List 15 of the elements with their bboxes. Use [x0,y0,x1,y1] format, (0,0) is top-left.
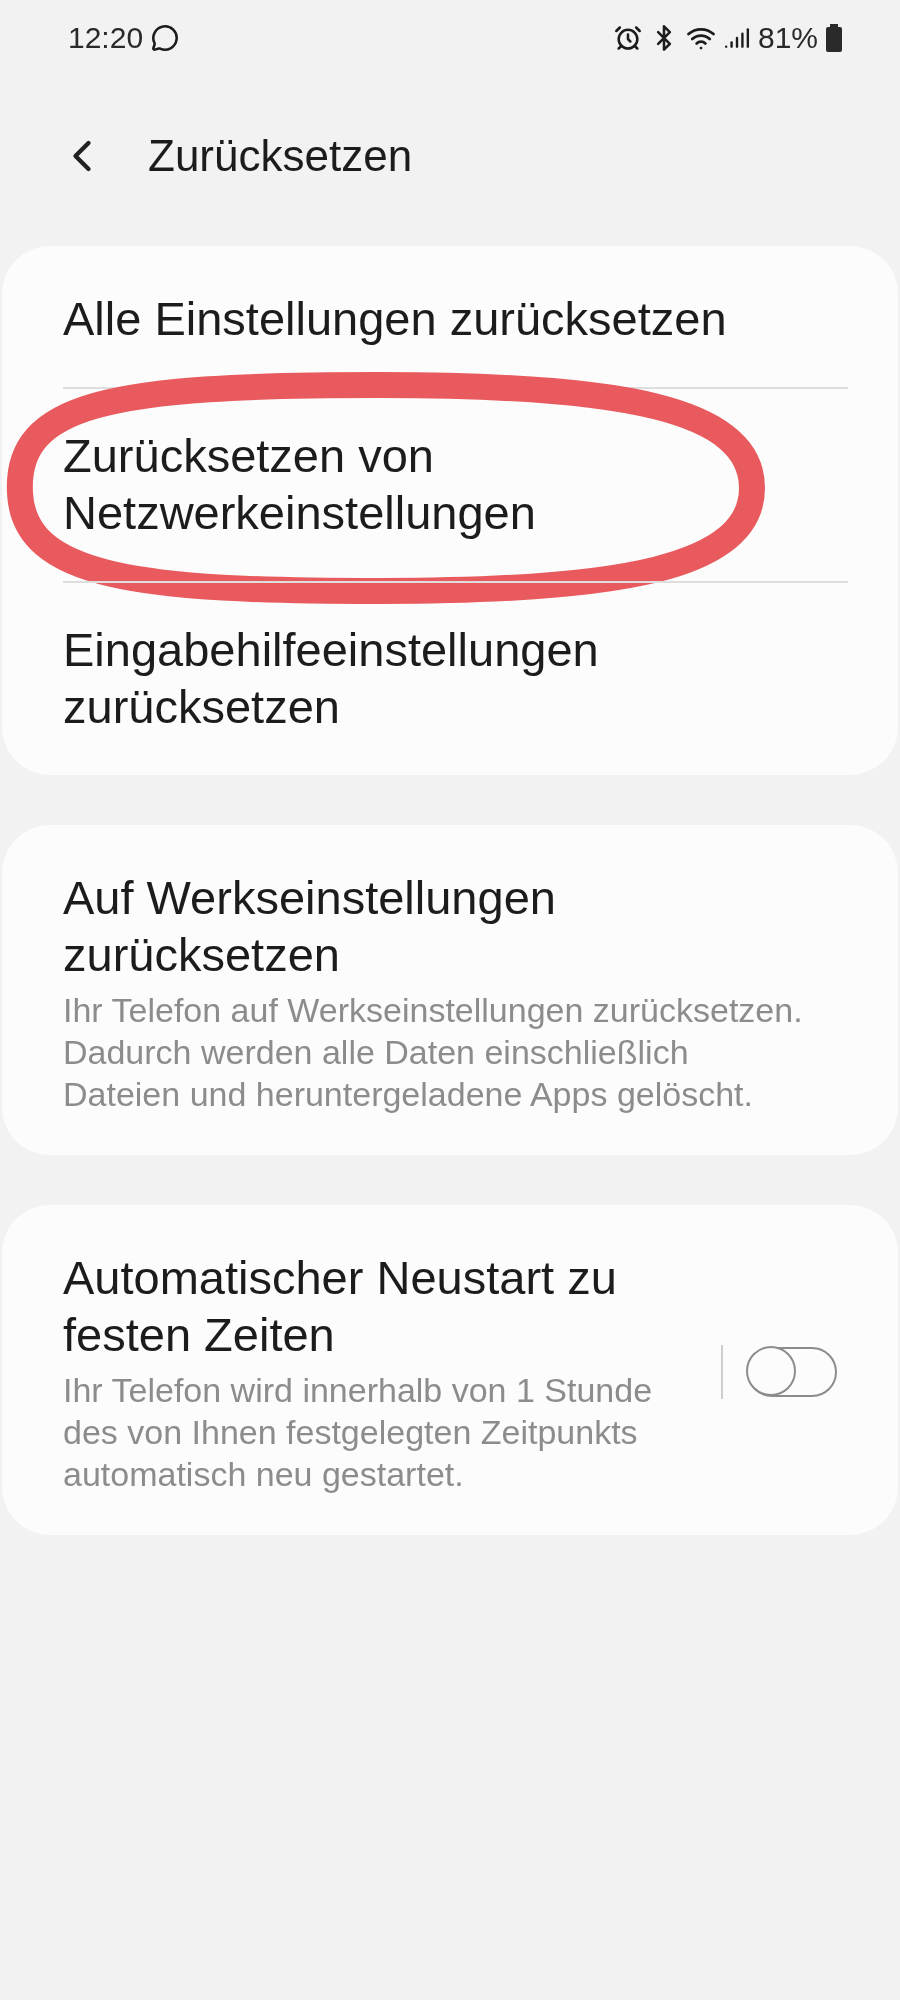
signal-icon [723,25,750,51]
battery-percentage: 81% [757,21,818,55]
battery-icon [826,24,842,52]
page-title: Zurücksetzen [148,131,413,181]
status-time: 12:20 [68,21,144,55]
setting-title[interactable]: Auf Werkseinstellungen zurücksetzen [63,869,783,983]
setting-title[interactable]: Alle Einstellungen zurücksetzen [63,290,783,347]
chat-bubble-icon [151,24,180,52]
setting-description: Ihr Telefon wird innerhalb von 1 Stunde des von Ihnen festgelegten Zeitpunkts automatisch neu gestartet. [63,1370,654,1495]
setting-title[interactable]: Automatischer Neustart zu festen Zeiten [63,1249,701,1363]
setting-title[interactable]: Zurücksetzen von Netzwerkeinstellungen [63,427,783,541]
setting-description: Ihr Telefon auf Werkseinstellungen zurücksetzen. Dadurch werden alle Daten einschließlich Dateien und heruntergeladene Apps gelöscht. [63,990,803,1115]
setting-title[interactable]: Eingabehilfeeinstellungen zurücksetzen [63,621,783,735]
toggle-switch[interactable] [747,1347,837,1397]
alarm-icon [613,24,642,52]
